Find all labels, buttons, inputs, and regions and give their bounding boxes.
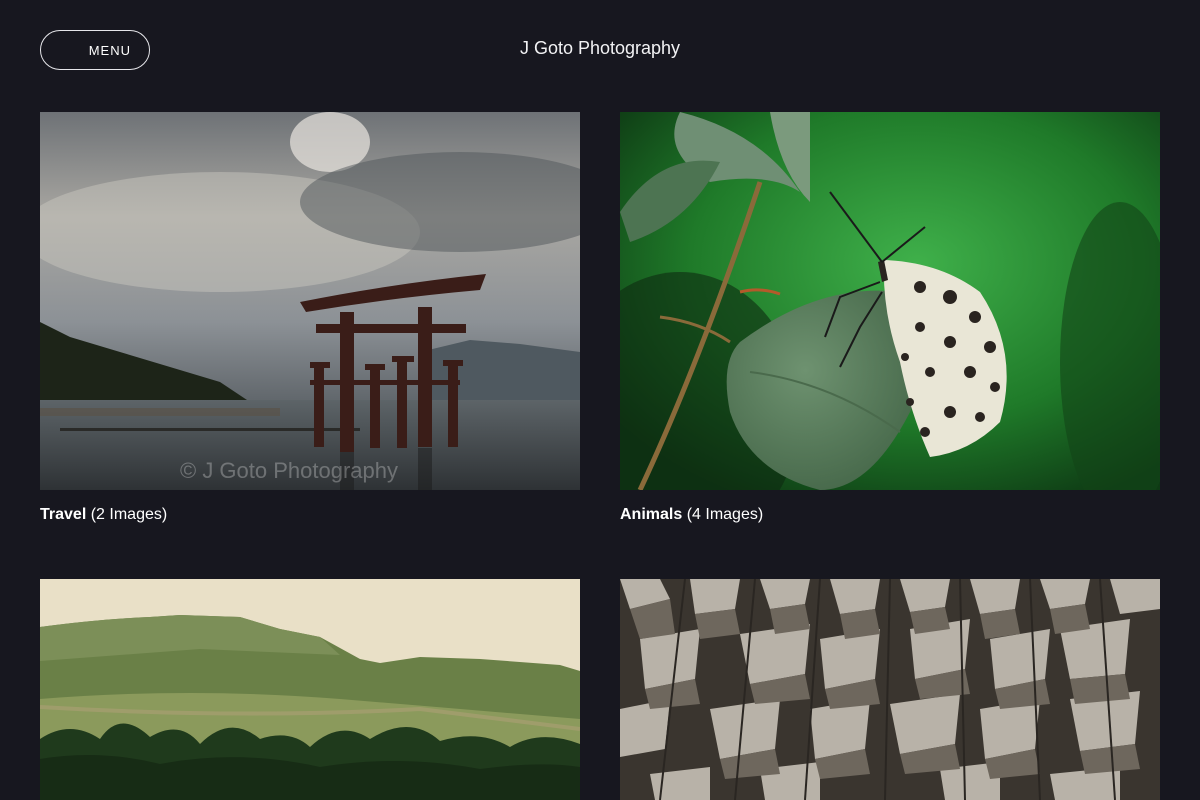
hills-photo <box>40 579 580 800</box>
site-header: MENU J Goto Photography <box>0 0 1200 100</box>
gallery-card-travel[interactable]: © J Goto Photography Travel (2 Images) <box>40 112 580 524</box>
photo-watermark: © J Goto Photography <box>180 458 399 483</box>
butterfly-photo <box>620 112 1160 490</box>
gallery-card-landscape[interactable] <box>40 579 580 800</box>
gallery-category: Animals <box>620 506 683 523</box>
site-title[interactable]: J Goto Photography <box>0 38 1200 59</box>
gallery-category: Travel <box>40 506 87 523</box>
landscape-thumbnail[interactable] <box>40 579 580 800</box>
gallery-count: (4 Images) <box>686 506 764 523</box>
gallery-card-architecture[interactable] <box>620 579 1160 800</box>
gallery-caption[interactable]: Animals (4 Images) <box>620 506 1160 524</box>
architecture-thumbnail[interactable] <box>620 579 1160 800</box>
travel-thumbnail[interactable]: © J Goto Photography <box>40 112 580 490</box>
facade-photo <box>620 579 1160 800</box>
animals-thumbnail[interactable] <box>620 112 1160 490</box>
gallery-card-animals[interactable]: Animals (4 Images) <box>620 112 1160 524</box>
gallery-caption[interactable]: Travel (2 Images) <box>40 506 580 524</box>
gallery-count: (2 Images) <box>90 506 168 523</box>
torii-gate-photo <box>40 112 580 490</box>
